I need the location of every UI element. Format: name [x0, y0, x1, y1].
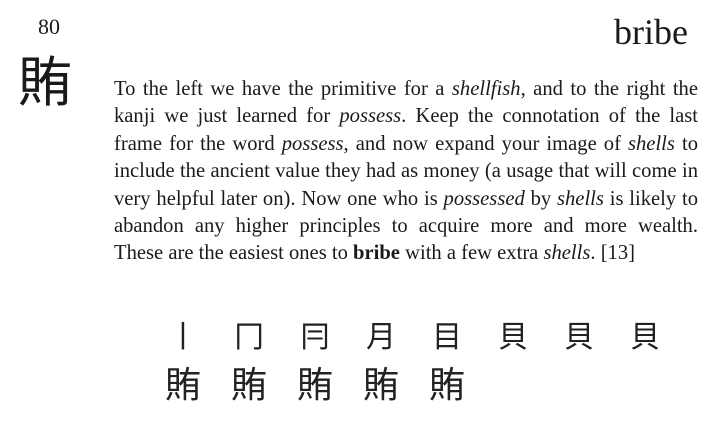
stroke-step: 賄 [362, 365, 399, 406]
story-text: To the left we have the primitive for a [114, 78, 452, 100]
story-keyword: bribe [353, 242, 400, 265]
story-paragraph: To the left we have the primitive for a … [114, 76, 698, 268]
story-text: with a few extra [399, 242, 544, 265]
stroke-step: 賄 [230, 365, 267, 406]
stroke-step: 冃 [300, 320, 330, 355]
stroke-step: 貝 [630, 320, 660, 355]
story-text: . [13] [590, 242, 636, 265]
stroke-step: 賄 [428, 365, 465, 406]
stroke-step: 冂 [234, 320, 264, 355]
stroke-step: 賄 [164, 365, 201, 406]
story-text: by [524, 187, 557, 210]
stroke-step: 丨 [168, 320, 198, 355]
story-emphasis: possess [339, 105, 402, 128]
stroke-order-row-2: 賄賄賄賄賄 [150, 366, 480, 406]
stroke-step: 目 [432, 320, 462, 355]
story-emphasis: possessed [443, 187, 525, 210]
stroke-step: 貝 [498, 320, 528, 355]
story-emphasis: possess [281, 132, 344, 155]
story-emphasis: shells [543, 242, 591, 265]
stroke-step: 賄 [296, 365, 333, 406]
stroke-order-row-1: 丨冂冃月目貝貝貝 [150, 318, 678, 358]
story-emphasis: shells [557, 187, 604, 210]
story-emphasis: shells [628, 132, 675, 155]
story-text: , and now expand your image of [343, 132, 628, 155]
frame-number: 80 [38, 14, 60, 39]
story-emphasis: shellfish [451, 78, 521, 100]
stroke-step: 貝 [564, 320, 594, 355]
stroke-step: 月 [366, 320, 396, 355]
keyword-heading: bribe [614, 12, 688, 52]
main-kanji: 賄 [18, 51, 72, 114]
